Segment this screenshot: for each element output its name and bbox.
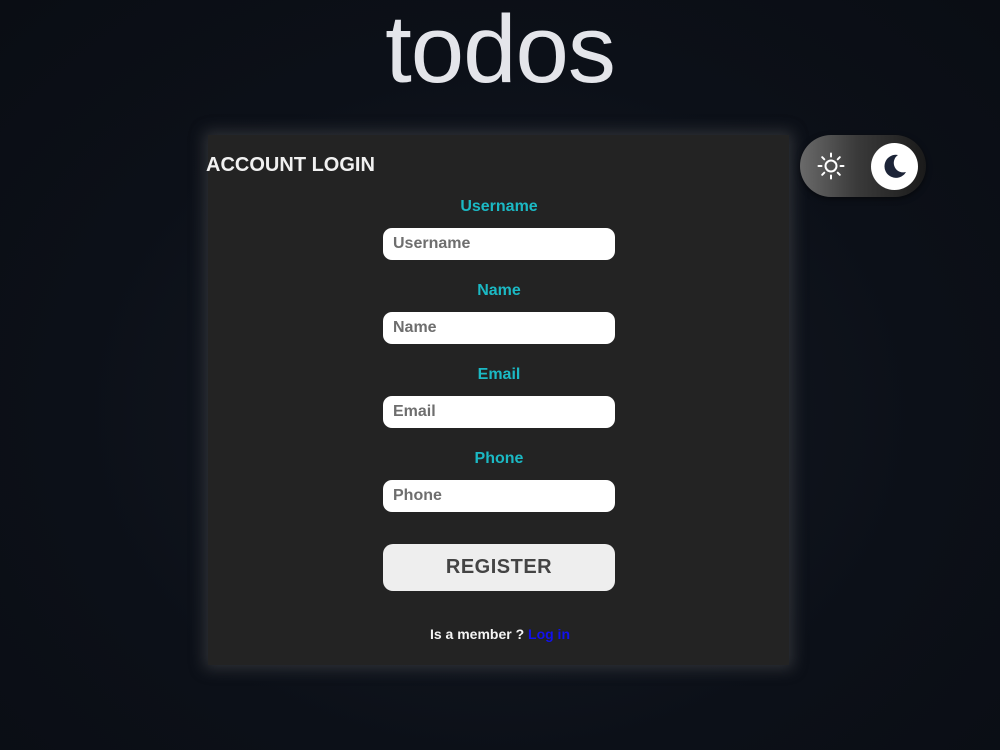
register-button[interactable]: REGISTER: [383, 544, 615, 591]
phone-label: Phone: [474, 450, 524, 467]
email-label: Email: [477, 366, 521, 383]
page: todos ACCOUNT LOGIN Username Name Email …: [0, 0, 1000, 750]
phone-input[interactable]: [383, 480, 615, 512]
email-input[interactable]: [383, 396, 615, 428]
login-prompt: Is a member ? Log in: [0, 626, 1000, 642]
moon-icon: [884, 154, 906, 178]
form-title: ACCOUNT LOGIN: [206, 154, 375, 176]
name-label: Name: [477, 282, 521, 299]
username-input[interactable]: [383, 228, 615, 260]
member-text: Is a member ?: [429, 626, 529, 642]
theme-toggle[interactable]: [800, 135, 926, 197]
username-label: Username: [460, 198, 538, 215]
login-link[interactable]: Log in: [528, 626, 570, 642]
sun-icon: [817, 152, 845, 180]
name-input[interactable]: [383, 312, 615, 344]
app-title: todos: [385, 0, 616, 103]
theme-toggle-knob[interactable]: [871, 143, 918, 190]
